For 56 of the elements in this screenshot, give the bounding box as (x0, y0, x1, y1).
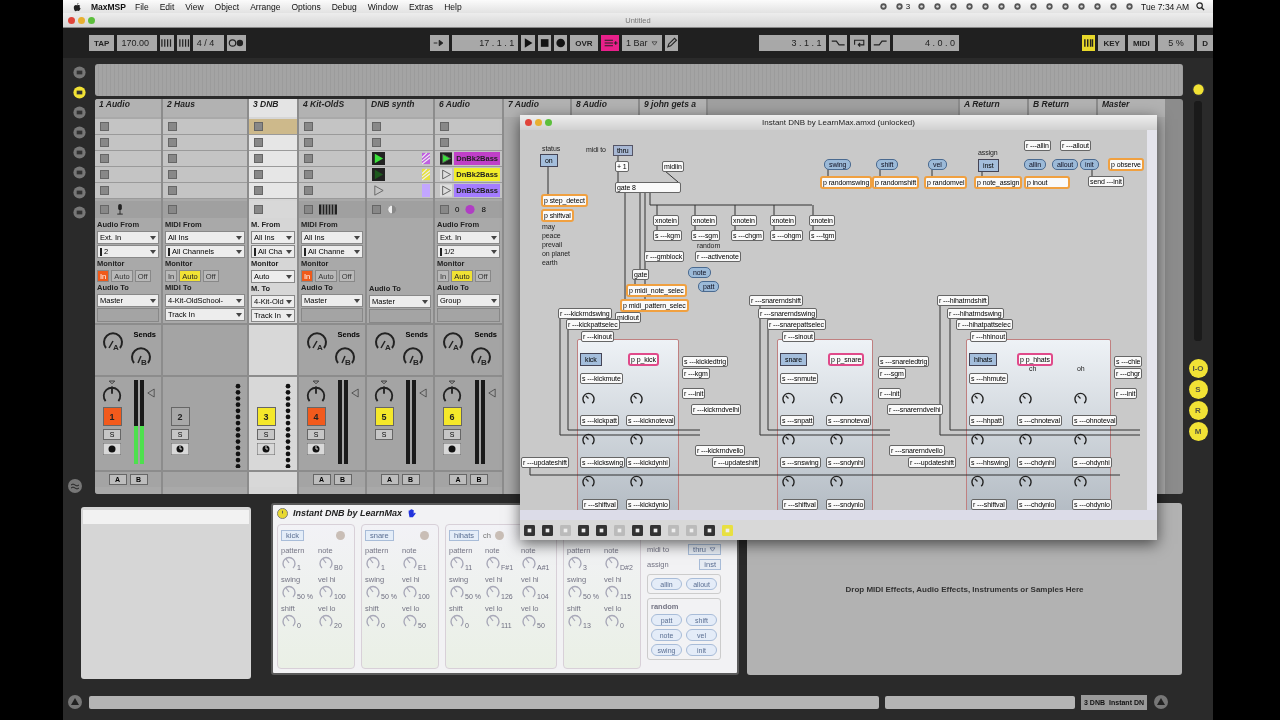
send-knob[interactable]: B (333, 344, 357, 368)
cpu-meter: 5 % (1157, 35, 1195, 51)
track-activator-button[interactable]: 2 (170, 407, 190, 426)
menu-item[interactable]: File (134, 1, 149, 12)
menu-item[interactable]: Object (214, 1, 240, 12)
track-header[interactable]: 3 DNB (249, 99, 297, 117)
tap-button[interactable]: TAP (89, 35, 115, 51)
key-map-button[interactable]: KEY (1098, 35, 1125, 51)
group-count: 0 (455, 205, 460, 214)
send-knob[interactable]: B (129, 344, 153, 368)
track-activator-button[interactable]: 3 (256, 407, 276, 426)
track-activator-button[interactable]: 5 (374, 407, 394, 426)
menu-item[interactable]: MaxMSP (91, 1, 126, 12)
side-toggle-button[interactable]: R (1188, 401, 1208, 420)
track-header[interactable]: 2 Haus (163, 99, 247, 117)
track-activator-button[interactable]: 4 (306, 407, 326, 426)
track-header[interactable]: DNB synth (367, 99, 433, 117)
menu-item[interactable]: Extras (409, 1, 434, 12)
track-activator-button[interactable]: 1 (102, 407, 122, 426)
status-count: 3 (905, 2, 911, 11)
menu-item[interactable]: Arrange (250, 1, 281, 12)
time-signature-field[interactable]: 4 / 4 (192, 35, 225, 51)
loop-length-field[interactable]: 4 . 0 . 0 (892, 35, 960, 51)
loop-start-field[interactable]: 3 . 1 . 1 (759, 35, 826, 51)
side-toggle-button[interactable]: I-O (1188, 359, 1208, 378)
window-title: Instant DNB by LearnMax.amxd (unlocked) (762, 118, 915, 127)
menu-item[interactable]: View (185, 1, 204, 12)
position-field[interactable]: 17 . 1 . 1 (451, 35, 519, 51)
send-knob[interactable]: A (373, 329, 397, 353)
track-header[interactable]: 6 Audio (435, 99, 502, 117)
send-knob[interactable]: B (401, 344, 425, 368)
menu-item[interactable]: Edit (159, 1, 175, 12)
menu-item[interactable]: Debug (331, 1, 357, 12)
group-count: 8 (481, 205, 486, 214)
side-toggle-button[interactable]: S (1188, 380, 1208, 399)
overdub-button[interactable]: OVR (570, 35, 598, 51)
menu-item[interactable]: Help (444, 1, 462, 12)
quantize-dropdown[interactable]: 1 Bar (622, 35, 662, 51)
track-header[interactable]: 4 Kit-OldS (299, 99, 365, 117)
drop-hint: Drop MIDI Effects, Audio Effects, Instruments or Samples Here (845, 584, 1084, 594)
tempo-field[interactable]: 170.00 (117, 35, 158, 51)
menu-item[interactable]: Window (367, 1, 399, 12)
track-header[interactable]: 1 Audio (95, 99, 161, 117)
device-title: Instant DNB by LearnMax (293, 508, 403, 518)
track-activator-button[interactable]: 6 (442, 407, 462, 426)
menu-clock[interactable]: Tue 7:34 AM (1141, 1, 1189, 12)
disk-button[interactable]: D (1197, 35, 1213, 51)
track-header[interactable]: Master (1098, 99, 1165, 117)
menu-item[interactable]: Options (291, 1, 321, 12)
send-knob[interactable]: A (305, 329, 329, 353)
track-header[interactable]: 7 Audio (504, 99, 570, 117)
side-toggle-button[interactable]: M (1188, 422, 1208, 441)
send-knob[interactable]: A (101, 329, 125, 353)
send-knob[interactable]: A (441, 329, 465, 353)
midi-map-button[interactable]: MIDI (1127, 35, 1155, 51)
send-knob[interactable]: B (469, 344, 493, 368)
